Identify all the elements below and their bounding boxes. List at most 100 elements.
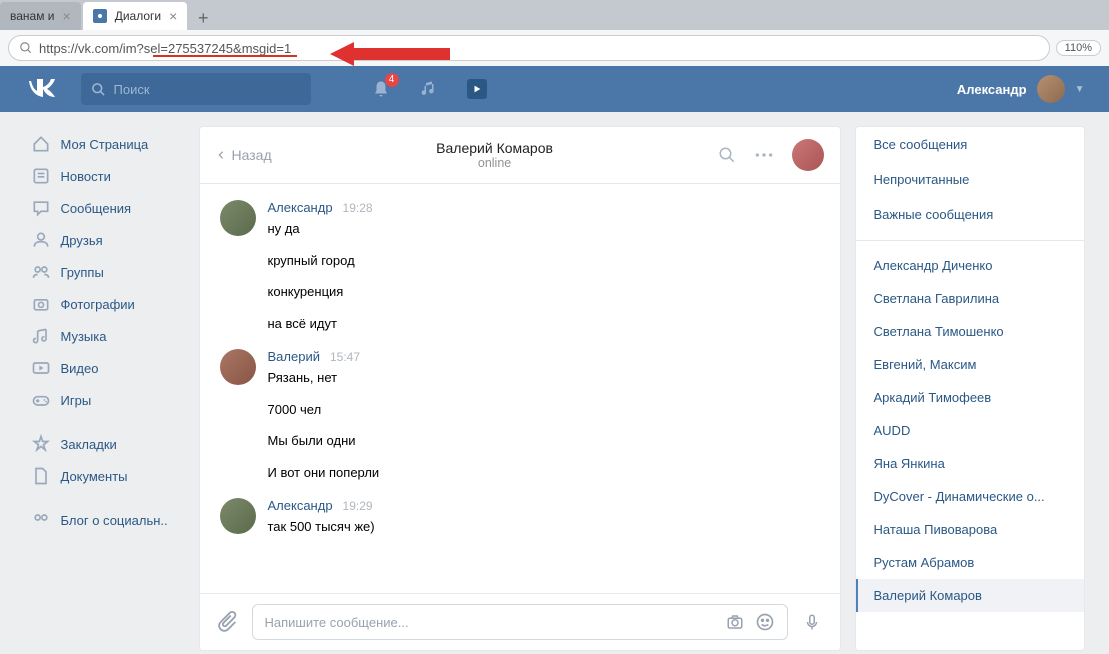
message-avatar[interactable] xyxy=(220,498,256,534)
nav-item-groups[interactable]: Группы xyxy=(25,256,185,288)
url-input[interactable] xyxy=(39,41,1039,56)
back-label: Назад xyxy=(232,147,272,163)
message-text: 7000 чел xyxy=(268,400,820,420)
header-search[interactable] xyxy=(81,73,311,105)
close-icon[interactable]: × xyxy=(63,8,71,24)
tab-bar: ванам и × Диалоги × + xyxy=(0,0,1109,30)
search-icon[interactable] xyxy=(718,146,736,164)
right-panel: Все сообщенияНепрочитанныеВажные сообщен… xyxy=(855,126,1085,651)
chevron-down-icon: ▼ xyxy=(1075,84,1085,95)
mic-icon[interactable] xyxy=(800,610,824,634)
nav-item-news[interactable]: Новости xyxy=(25,160,185,192)
nav-label: Видео xyxy=(61,361,99,376)
composer-input-wrap xyxy=(252,604,788,640)
message-text: Мы были одни xyxy=(268,431,820,451)
contact-item[interactable]: Рустам Абрамов xyxy=(856,546,1084,579)
contact-item[interactable]: Наташа Пивоварова xyxy=(856,513,1084,546)
message-author[interactable]: Валерий xyxy=(268,349,320,364)
contact-status: online xyxy=(272,156,718,170)
nav-item-games[interactable]: Игры xyxy=(25,384,185,416)
nav-item-bookmarks[interactable]: Закладки xyxy=(25,428,185,460)
contact-item[interactable]: DyCover - Динамические о... xyxy=(856,480,1084,513)
left-nav: Моя Страница Новости Сообщения Друзья Группы… xyxy=(25,126,185,651)
nav-label: Игры xyxy=(61,393,92,408)
contact-item[interactable]: AUDD xyxy=(856,414,1084,447)
separator xyxy=(856,240,1084,241)
messages-list: Александр19:28 ну дакрупный городконкуре… xyxy=(200,184,840,593)
nav-label: Фотографии xyxy=(61,297,135,312)
dialog-title[interactable]: Валерий Комаров online xyxy=(272,140,718,170)
nav-item-friends[interactable]: Друзья xyxy=(25,224,185,256)
user-avatar xyxy=(1037,75,1065,103)
back-button[interactable]: Назад xyxy=(216,147,272,163)
url-input-wrap xyxy=(8,35,1050,61)
message-avatar[interactable] xyxy=(220,349,256,385)
contact-item[interactable]: Александр Диченко xyxy=(856,249,1084,282)
contact-item[interactable]: Евгений, Максим xyxy=(856,348,1084,381)
message-group: Александр19:28 ну дакрупный городконкуре… xyxy=(220,200,820,333)
games-icon xyxy=(31,390,51,410)
news-icon xyxy=(31,166,51,186)
docs-icon xyxy=(31,466,51,486)
message-author[interactable]: Александр xyxy=(268,200,333,215)
camera-icon[interactable] xyxy=(725,613,745,631)
message-text: крупный город xyxy=(268,251,820,271)
nav-label: Музыка xyxy=(61,329,107,344)
contact-avatar[interactable] xyxy=(792,139,824,171)
nav-item-home[interactable]: Моя Страница xyxy=(25,128,185,160)
message-time: 15:47 xyxy=(330,350,360,364)
browser-tab-0[interactable]: ванам и × xyxy=(0,2,81,30)
user-name: Александр xyxy=(957,82,1027,97)
message-avatar[interactable] xyxy=(220,200,256,236)
video-play-icon[interactable] xyxy=(467,79,487,99)
nav-item-video[interactable]: Видео xyxy=(25,352,185,384)
search-icon xyxy=(19,41,33,55)
message-group: Александр19:29 так 500 тысяч же) xyxy=(220,498,820,537)
nav-label: Друзья xyxy=(61,233,103,248)
filter-item[interactable]: Все сообщения xyxy=(856,127,1084,162)
video-icon xyxy=(31,358,51,378)
music-icon[interactable] xyxy=(419,79,439,99)
nav-item-music[interactable]: Музыка xyxy=(25,320,185,352)
bookmarks-icon xyxy=(31,434,51,454)
filter-item[interactable]: Непрочитанные xyxy=(856,162,1084,197)
contact-item[interactable]: Аркадий Тимофеев xyxy=(856,381,1084,414)
dialog-actions xyxy=(718,139,824,171)
nav-item-messages[interactable]: Сообщения xyxy=(25,192,185,224)
nav-label: Документы xyxy=(61,469,128,484)
header-user-menu[interactable]: Александр ▼ xyxy=(957,75,1085,103)
message-text: ну да xyxy=(268,219,820,239)
header-icons: 4 xyxy=(371,79,487,99)
contact-item[interactable]: Яна Янкина xyxy=(856,447,1084,480)
message-text: так 500 тысяч же) xyxy=(268,517,820,537)
nav-item-photos[interactable]: Фотографии xyxy=(25,288,185,320)
contact-item[interactable]: Светлана Тимошенко xyxy=(856,315,1084,348)
new-tab-button[interactable]: + xyxy=(189,6,217,30)
address-bar: 110% xyxy=(0,30,1109,66)
browser-tab-1[interactable]: Диалоги × xyxy=(83,2,188,30)
home-icon xyxy=(31,134,51,154)
emoji-icon[interactable] xyxy=(755,612,775,632)
zoom-indicator[interactable]: 110% xyxy=(1056,40,1101,56)
vk-logo[interactable] xyxy=(25,71,61,107)
message-input[interactable] xyxy=(265,615,715,630)
close-icon[interactable]: × xyxy=(169,8,177,24)
message-composer xyxy=(200,593,840,650)
message-text: конкуренция xyxy=(268,282,820,302)
nav-label: Сообщения xyxy=(61,201,132,216)
message-author[interactable]: Александр xyxy=(268,498,333,513)
nav-item-blog[interactable]: Блог о социальн.. xyxy=(25,504,185,536)
search-input[interactable] xyxy=(114,82,301,97)
photos-icon xyxy=(31,294,51,314)
nav-label: Новости xyxy=(61,169,111,184)
filter-item[interactable]: Важные сообщения xyxy=(856,197,1084,232)
nav-item-docs[interactable]: Документы xyxy=(25,460,185,492)
message-text: И вот они поперли xyxy=(268,463,820,483)
notifications-icon[interactable]: 4 xyxy=(371,79,391,99)
contact-item[interactable]: Валерий Комаров xyxy=(856,579,1084,612)
search-icon xyxy=(91,82,106,97)
more-icon[interactable] xyxy=(754,152,774,158)
attach-icon[interactable] xyxy=(216,610,240,634)
friends-icon xyxy=(31,230,51,250)
contact-item[interactable]: Светлана Гаврилина xyxy=(856,282,1084,315)
